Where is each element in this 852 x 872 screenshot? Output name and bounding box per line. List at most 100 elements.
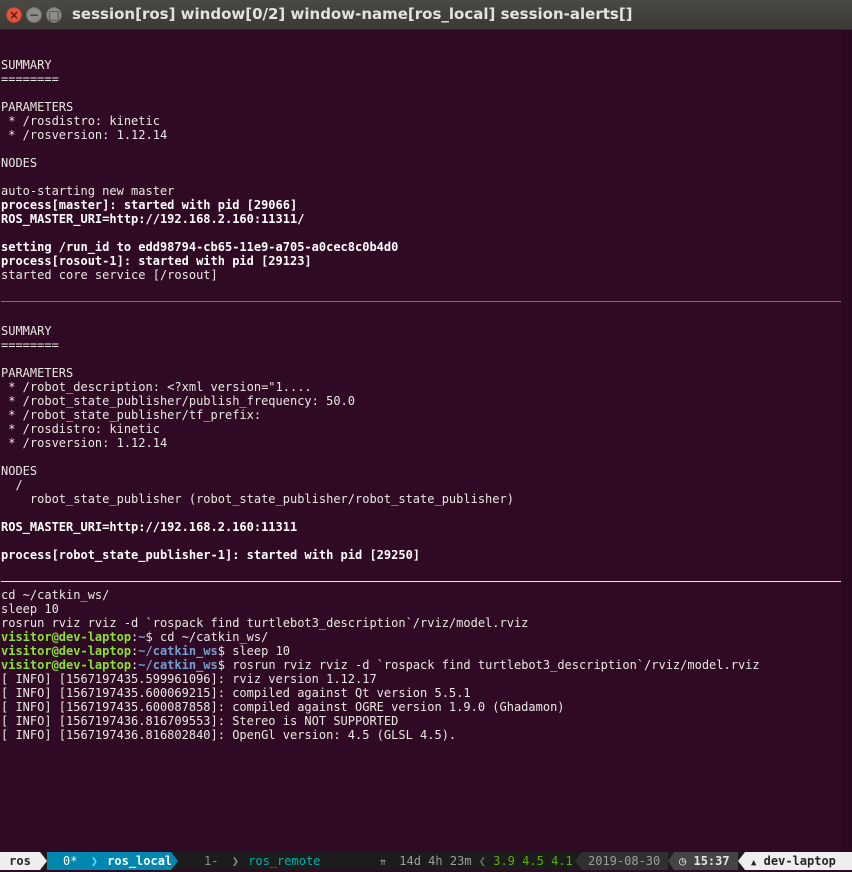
- tmux-pane-robot-state-publisher[interactable]: SUMMARY ======== PARAMETERS * /robot_descr…: [1, 310, 841, 562]
- terminal-line: process[robot_state_publisher-1]: starte…: [1, 548, 421, 562]
- segment-arrow: [40, 852, 47, 870]
- time-widget: ◷ 15:37: [674, 852, 738, 870]
- terminal-line: cd ~/catkin_ws/: [1, 588, 110, 602]
- terminal-line: PARAMETERS: [1, 366, 74, 380]
- chevron-right-icon: ❯: [90, 854, 98, 868]
- prompt-command: $ rosrun rviz rviz -d `rospack find turt…: [217, 658, 760, 672]
- maximize-icon: □: [48, 8, 60, 22]
- chevron-left-icon: ❮: [478, 854, 486, 868]
- clock-icon: ◷: [679, 854, 687, 868]
- terminal-line: auto-starting new master: [1, 184, 175, 198]
- terminal-area[interactable]: SUMMARY ======== PARAMETERS * /rosdistro: …: [1, 30, 841, 852]
- minimize-icon: −: [28, 8, 40, 22]
- terminal-line: * /robot_state_publisher/publish_frequen…: [1, 394, 356, 408]
- terminal-line: NODES: [1, 156, 38, 170]
- chevron-right-icon: ❯: [231, 854, 239, 868]
- window-title: session[ros] window[0/2] window-name[ros…: [72, 5, 633, 23]
- load-15min: 4.1: [551, 854, 573, 868]
- minimize-button[interactable]: −: [26, 7, 42, 23]
- terminal-line: robot_state_publisher (robot_state_publi…: [1, 492, 514, 506]
- tmux-pane-rviz[interactable]: cd ~/catkin_ws/sleep 10 rosrun rviz rviz …: [1, 588, 841, 742]
- load-5min: 4.5: [522, 854, 544, 868]
- pane-divider[interactable]: [1, 581, 841, 582]
- terminal-line: SUMMARY: [1, 58, 52, 72]
- window-tab-ros-remote[interactable]: 1- ❯ ros_remote: [204, 852, 320, 870]
- terminal-line: [ INFO] [1567197435.600087858]: compiled…: [1, 700, 565, 714]
- terminal-line: setting /run_id to edd98794-cb65-11e9-a7…: [1, 240, 399, 254]
- segment-arrow: [738, 852, 745, 870]
- terminal-line: visitor@dev-laptop:~/catkin_ws$ rosrun r…: [1, 658, 841, 672]
- terminal-line: process[master]: started with pid [29066…: [1, 198, 298, 212]
- window-titlebar[interactable]: × − □ session[ros] window[0/2] window-na…: [0, 0, 852, 30]
- terminal-line: sleep 10: [1, 602, 59, 616]
- terminal-line: ========: [1, 338, 59, 352]
- load-1min: 3.9: [493, 854, 515, 868]
- maximize-button[interactable]: □: [46, 7, 62, 23]
- prompt-command: $ sleep 10: [217, 644, 291, 658]
- tmux-status-bar: ros 0* ❯ ros_local 1- ❯ ros_remote ⇈ 14d…: [0, 852, 852, 870]
- terminal-line: visitor@dev-laptop:~$ cd ~/catkin_ws/: [1, 630, 841, 644]
- session-name[interactable]: ros: [0, 852, 40, 870]
- terminal-line: [ INFO] [1567197435.600069215]: compiled…: [1, 686, 471, 700]
- window-index: 0*: [63, 854, 78, 868]
- terminal-line: * /robot_description: <?xml version="1..…: [1, 380, 312, 394]
- terminal-line: * /rosversion: 1.12.14: [1, 128, 168, 142]
- hostname-value: dev-laptop: [763, 854, 836, 868]
- window-index: 1-: [204, 854, 219, 868]
- window-name: ros_local: [107, 854, 173, 868]
- uptime-widget: ⇈ 14d 4h 23m ❮ 3.9 4.5 4.1: [380, 852, 573, 870]
- prompt-user-host: visitor@dev-laptop: [1, 630, 132, 644]
- date-widget: 2019-08-30: [582, 852, 668, 870]
- pane-divider[interactable]: [1, 301, 841, 302]
- window-tab-ros-local[interactable]: 0* ❯ ros_local: [47, 852, 173, 870]
- close-icon: ×: [8, 8, 20, 22]
- terminal-line: [ INFO] [1567197436.816802840]: OpenGl v…: [1, 728, 457, 742]
- terminal-line: * /rosdistro: kinetic: [1, 114, 160, 128]
- terminal-line: * /rosversion: 1.12.14: [1, 436, 168, 450]
- terminal-line: [ INFO] [1567197435.599961096]: rviz ver…: [1, 672, 377, 686]
- terminal-line: NODES: [1, 464, 38, 478]
- terminal-line: started core service [/rosout]: [1, 268, 218, 282]
- terminal-line: PARAMETERS: [1, 100, 74, 114]
- host-icon: ▲: [751, 858, 757, 868]
- prompt-command: $ cd ~/catkin_ws/: [145, 630, 269, 644]
- prompt-path: ~: [138, 630, 146, 644]
- uptime-icon: ⇈: [380, 857, 387, 868]
- uptime-value: 14d 4h 23m: [399, 854, 472, 868]
- terminal-line: [ INFO] [1567197436.816709553]: Stereo i…: [1, 714, 399, 728]
- tmux-pane-roscore[interactable]: SUMMARY ======== PARAMETERS * /rosdistro: …: [1, 30, 841, 282]
- terminal-line: ROS_MASTER_URI=http://192.168.2.160:1131…: [1, 520, 298, 534]
- prompt-path: ~/catkin_ws: [138, 658, 218, 672]
- window-name: ros_remote: [248, 854, 321, 868]
- terminal-line: SUMMARY: [1, 324, 52, 338]
- hostname-widget: ▲ dev-laptop: [745, 852, 852, 870]
- close-button[interactable]: ×: [6, 7, 22, 23]
- terminal-line: * /robot_state_publisher/tf_prefix:: [1, 408, 262, 422]
- terminal-line: /: [1, 478, 23, 492]
- terminal-scrollbar[interactable]: [841, 30, 852, 852]
- terminal-line: process[rosout-1]: started with pid [291…: [1, 254, 312, 268]
- terminal-line: visitor@dev-laptop:~/catkin_ws$ sleep 10: [1, 644, 841, 658]
- terminal-line: ROS_MASTER_URI=http://192.168.2.160:1131…: [1, 212, 305, 226]
- prompt-path: ~/catkin_ws: [138, 644, 218, 658]
- terminal-line: rosrun rviz rviz -d `rospack find turtle…: [1, 616, 529, 630]
- prompt-user-host: visitor@dev-laptop: [1, 658, 132, 672]
- date-value: 2019-08-30: [588, 854, 661, 868]
- time-value: 15:37: [693, 854, 730, 868]
- terminal-line: ========: [1, 72, 59, 86]
- terminal-line: * /rosdistro: kinetic: [1, 422, 160, 436]
- segment-arrow: [575, 852, 582, 870]
- prompt-user-host: visitor@dev-laptop: [1, 644, 132, 658]
- segment-arrow: [171, 852, 178, 870]
